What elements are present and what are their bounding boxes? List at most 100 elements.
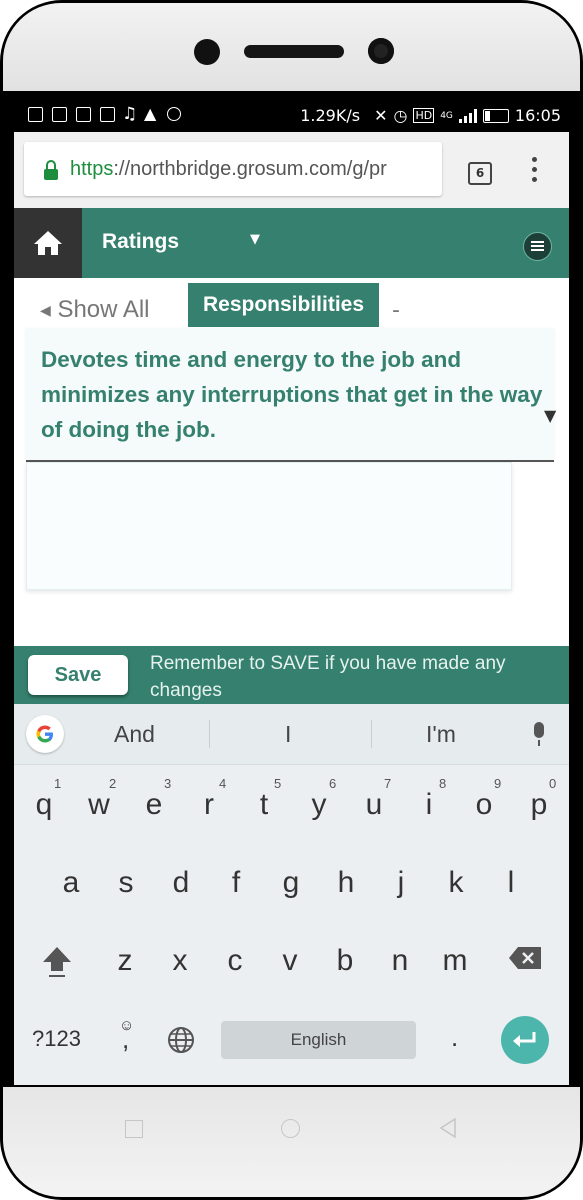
- suggestion-3[interactable]: I'm: [426, 721, 456, 748]
- network-badge: 4G: [440, 110, 453, 121]
- key-y[interactable]: y: [297, 788, 341, 822]
- save-reminder: Remember to SAVE if you have made any ch…: [150, 653, 506, 701]
- key-p[interactable]: p: [517, 788, 561, 822]
- key-hint-number: 5: [274, 776, 282, 791]
- key-t[interactable]: t: [242, 788, 286, 822]
- key-z[interactable]: z: [103, 944, 147, 978]
- save-button[interactable]: Save: [28, 655, 128, 695]
- home-nav-icon[interactable]: [281, 1119, 300, 1138]
- warning-icon: ▲: [144, 104, 157, 123]
- comma-key[interactable]: ,: [122, 1024, 129, 1055]
- recents-button-icon[interactable]: [125, 1120, 143, 1138]
- suggestion-2[interactable]: I: [285, 721, 291, 748]
- phone-frame: ♫ ▲ 1.29K/s ✕ ◷ HD 4G 16:05 https://nort…: [0, 0, 583, 1200]
- phone-bottom-bezel: [3, 1087, 580, 1197]
- front-sensor: [194, 39, 220, 65]
- key-hint-number: 6: [329, 776, 337, 791]
- key-hint-number: 4: [219, 776, 227, 791]
- enter-key[interactable]: [501, 1016, 549, 1064]
- earpiece-speaker: [244, 45, 344, 58]
- key-l[interactable]: l: [489, 866, 533, 900]
- status-bar: ♫ ▲ 1.29K/s ✕ ◷ HD 4G 16:05: [14, 100, 569, 132]
- backspace-key[interactable]: [508, 946, 542, 976]
- key-w[interactable]: w: [77, 788, 121, 822]
- key-b[interactable]: b: [323, 944, 367, 978]
- camera-icon: [52, 107, 67, 122]
- suggestion-strip: And I I'm: [14, 704, 569, 765]
- show-all-link[interactable]: ◀ Show All: [40, 296, 150, 324]
- net-speed: 1.29K/s: [300, 106, 361, 125]
- key-h[interactable]: h: [324, 866, 368, 900]
- key-u[interactable]: u: [352, 788, 396, 822]
- keyboard-icon: [76, 107, 91, 122]
- key-j[interactable]: j: [379, 866, 423, 900]
- key-hint-number: 9: [494, 776, 502, 791]
- key-hint-number: 2: [109, 776, 117, 791]
- key-f[interactable]: f: [214, 866, 258, 900]
- url-text: https://northbridge.grosum.com/g/pr: [70, 157, 387, 180]
- key-hint-number: 0: [549, 776, 557, 791]
- home-icon: [34, 231, 62, 255]
- key-e[interactable]: e: [132, 788, 176, 822]
- key-v[interactable]: v: [268, 944, 312, 978]
- shift-icon: [43, 947, 71, 977]
- key-i[interactable]: i: [407, 788, 451, 822]
- browser-toolbar: https://northbridge.grosum.com/g/pr 6: [14, 132, 569, 208]
- ratings-dropdown[interactable]: Ratings: [102, 230, 179, 254]
- music-icon: ♫: [122, 104, 138, 124]
- signal-icon: [458, 108, 477, 123]
- key-k[interactable]: k: [434, 866, 478, 900]
- key-m[interactable]: m: [433, 944, 477, 978]
- key-s[interactable]: s: [104, 866, 148, 900]
- key-n[interactable]: n: [378, 944, 422, 978]
- select-caret-icon[interactable]: ▼: [544, 406, 556, 425]
- key-x[interactable]: x: [158, 944, 202, 978]
- tab-switcher-button[interactable]: 6: [468, 162, 492, 185]
- address-bar[interactable]: https://northbridge.grosum.com/g/pr: [24, 142, 442, 196]
- back-arrow-icon: ◀: [40, 302, 51, 319]
- globe-icon[interactable]: [166, 1025, 196, 1061]
- suggestion-divider: [371, 720, 372, 748]
- app-navbar: Ratings ▼: [14, 208, 569, 278]
- google-icon[interactable]: [26, 715, 64, 753]
- enter-icon: [513, 1032, 536, 1047]
- home-button[interactable]: [14, 208, 82, 278]
- chevron-down-icon[interactable]: ▼: [250, 232, 260, 247]
- suggestion-divider: [209, 720, 210, 748]
- save-bar: Save Remember to SAVE if you have made a…: [14, 646, 569, 704]
- browser-menu-icon[interactable]: [532, 157, 538, 187]
- key-hint-number: 1: [54, 776, 62, 791]
- key-c[interactable]: c: [213, 944, 257, 978]
- hd-icon: HD: [413, 108, 435, 123]
- alarm-icon: ◷: [393, 106, 408, 125]
- shift-key[interactable]: [40, 944, 74, 984]
- battery-icon: [482, 108, 509, 123]
- message-icon: [28, 107, 43, 122]
- comment-textarea[interactable]: [26, 462, 512, 590]
- key-g[interactable]: g: [269, 866, 313, 900]
- hamburger-menu-button[interactable]: [523, 232, 552, 261]
- soft-keyboard: And I I'm q1w2e3r4t5y6u7i8o9p0 asdfghjkl…: [14, 704, 569, 1085]
- space-key[interactable]: English: [221, 1021, 416, 1059]
- key-r[interactable]: r: [187, 788, 231, 822]
- backspace-icon: [509, 947, 541, 969]
- category-tab[interactable]: Responsibilities: [188, 283, 379, 327]
- key-q[interactable]: q: [22, 788, 66, 822]
- sync-icon: [167, 107, 181, 121]
- suggestion-1[interactable]: And: [114, 721, 155, 748]
- mute-icon: ✕: [374, 106, 388, 125]
- symbols-key[interactable]: ?123: [32, 1026, 81, 1052]
- front-camera: [368, 38, 394, 64]
- screen: ♫ ▲ 1.29K/s ✕ ◷ HD 4G 16:05 https://nort…: [14, 100, 569, 1085]
- image-icon: [100, 107, 115, 122]
- lock-icon: [44, 159, 58, 180]
- separator-dash: -: [392, 298, 400, 323]
- microphone-icon[interactable]: [534, 722, 544, 746]
- key-d[interactable]: d: [159, 866, 203, 900]
- period-key[interactable]: .: [451, 1022, 458, 1053]
- key-a[interactable]: a: [49, 866, 93, 900]
- key-o[interactable]: o: [462, 788, 506, 822]
- back-nav-icon[interactable]: [439, 1118, 457, 1138]
- question-text: Devotes time and energy to the job and m…: [41, 347, 543, 442]
- key-hint-number: 7: [384, 776, 392, 791]
